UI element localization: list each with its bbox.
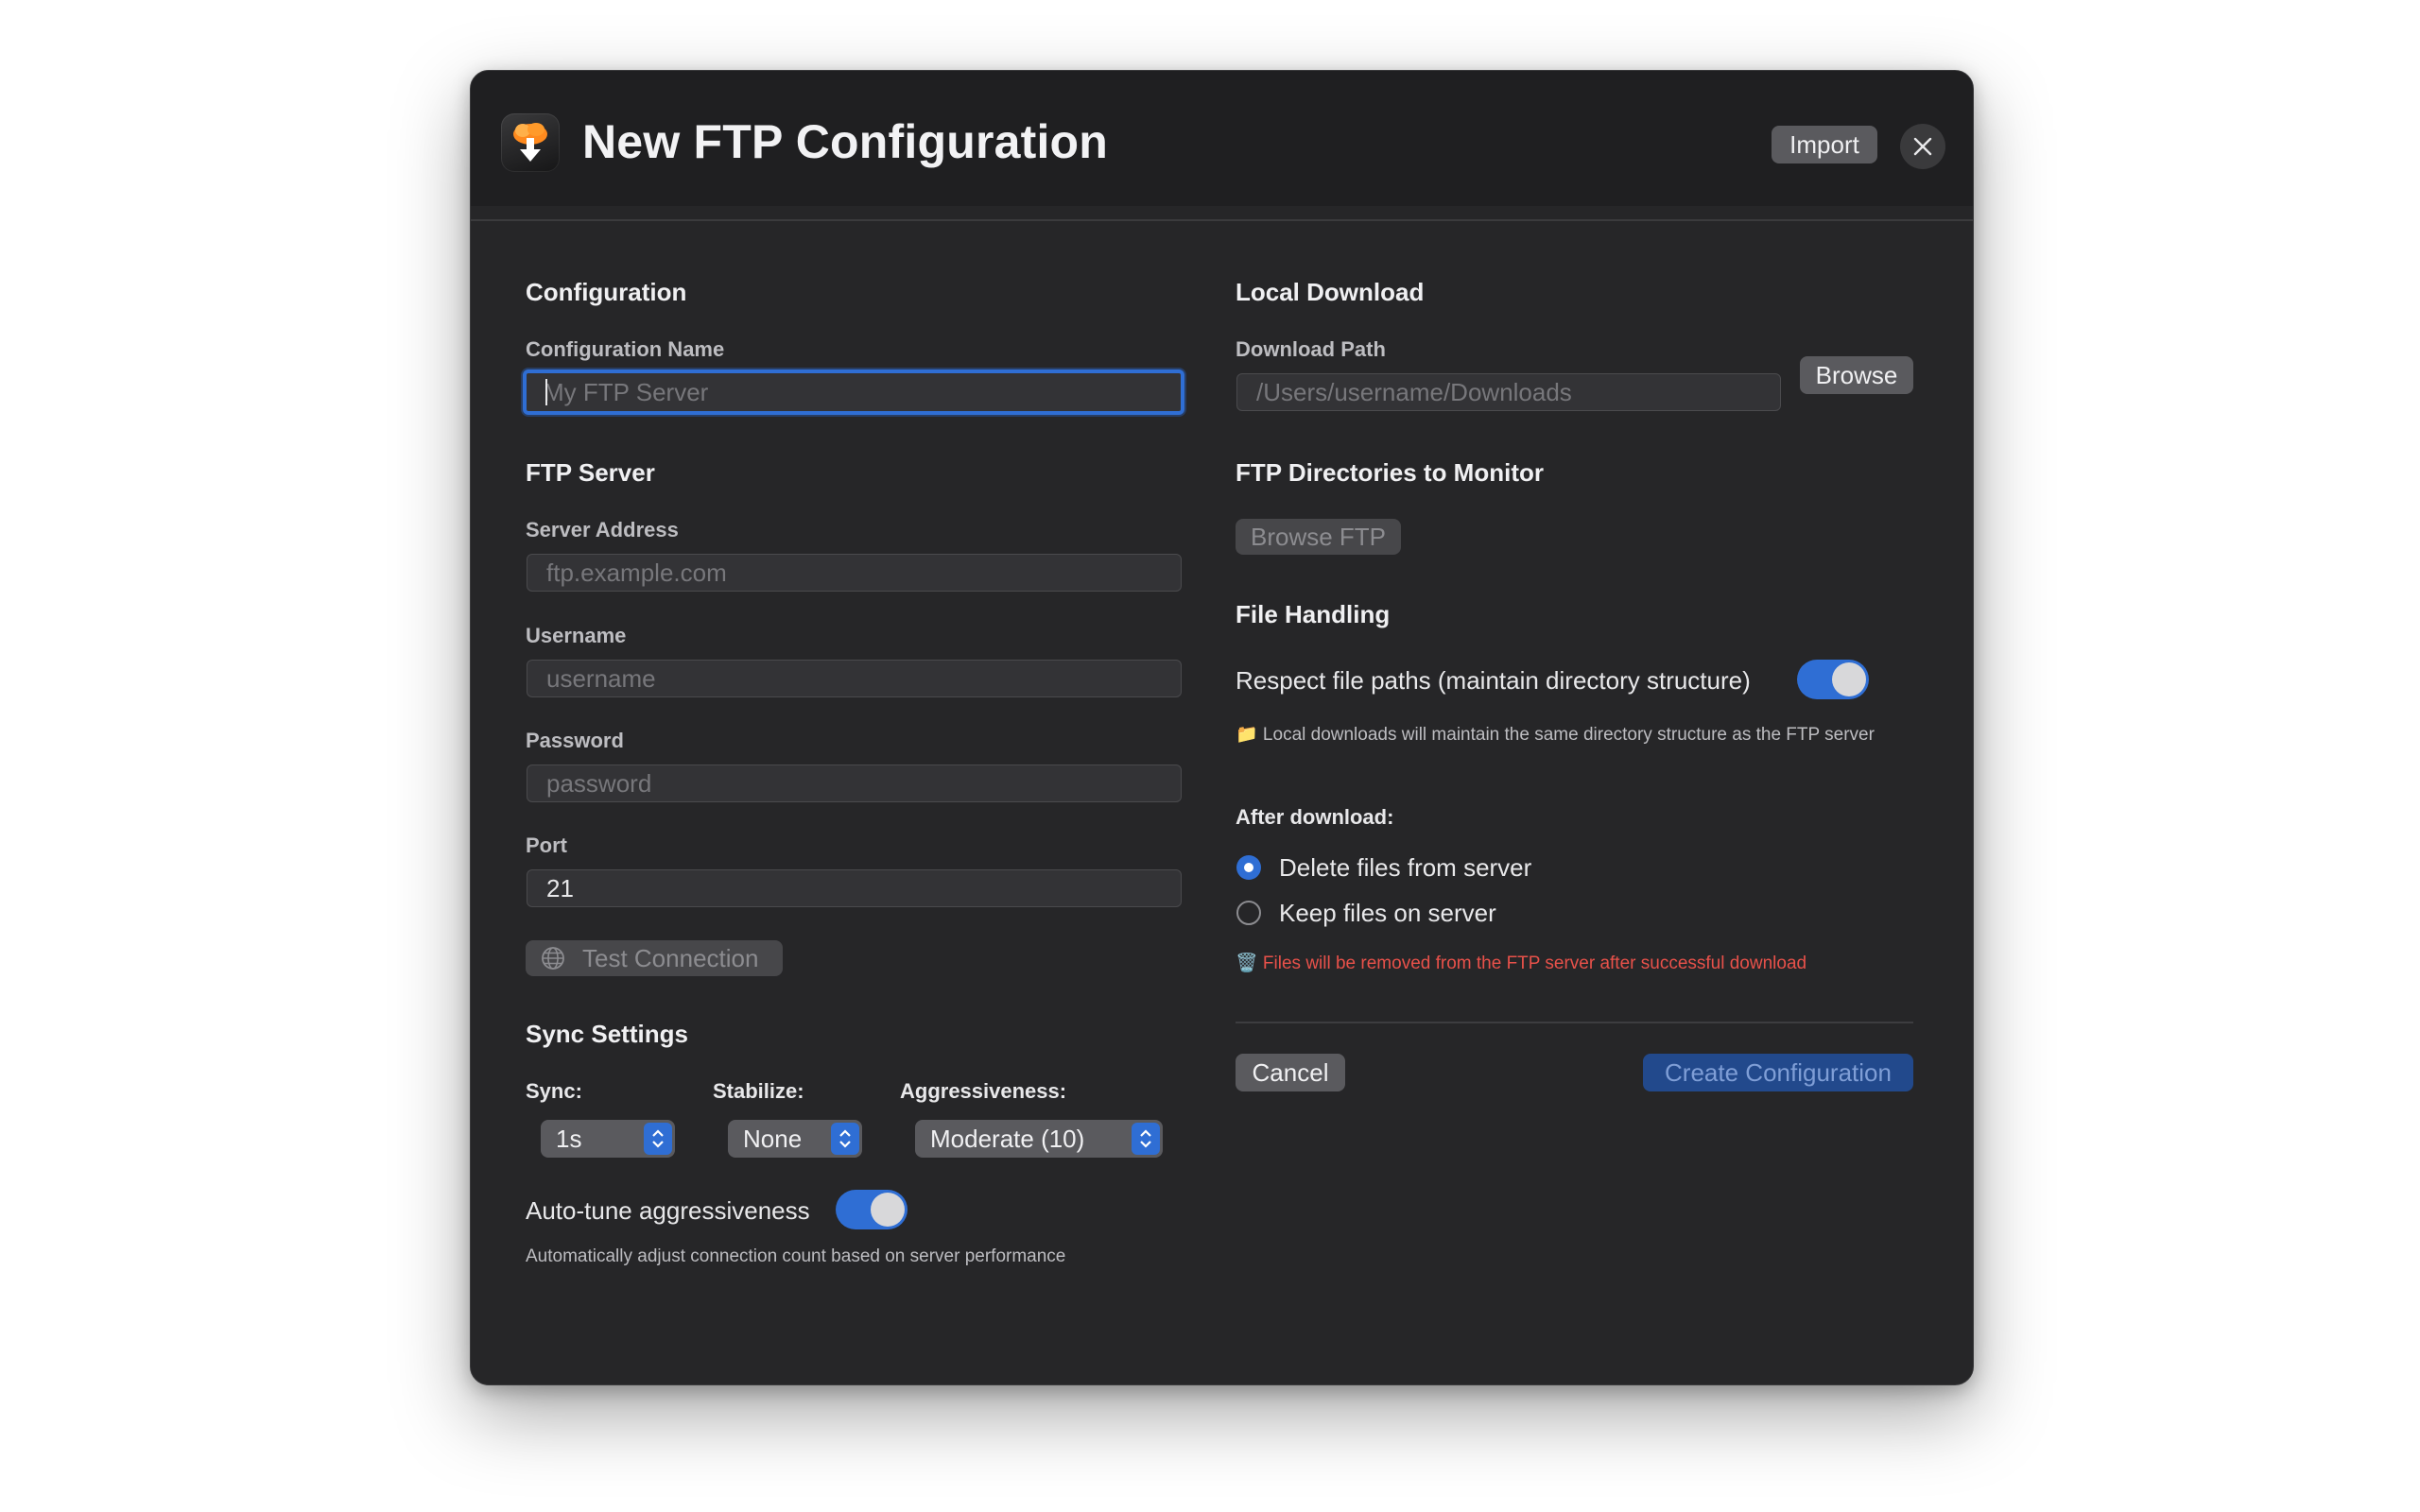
password-input[interactable] [527, 765, 1182, 802]
keep-files-radio[interactable] [1236, 901, 1261, 925]
sync-interval-select[interactable]: 1s [541, 1120, 675, 1158]
aggressiveness-select[interactable]: Moderate (10) [915, 1120, 1163, 1158]
local-download-section-title: Local Download [1236, 278, 1425, 306]
port-label: Port [526, 833, 567, 857]
app-icon [501, 113, 560, 172]
ftp-directories-section-title: FTP Directories to Monitor [1236, 458, 1544, 487]
test-connection-button[interactable]: Test Connection [526, 940, 783, 976]
delete-warning-text: 🗑️ Files will be removed from the FTP se… [1236, 954, 1807, 973]
configuration-name-input[interactable] [523, 369, 1184, 415]
respect-paths-toggle[interactable] [1797, 660, 1869, 699]
test-connection-label: Test Connection [582, 943, 759, 972]
autotune-help-text: Automatically adjust connection count ba… [526, 1246, 1066, 1266]
dialog-title: New FTP Configuration [582, 115, 1109, 168]
aggressiveness-label: Aggressiveness: [900, 1079, 1067, 1103]
after-download-label: After download: [1236, 805, 1394, 829]
delete-files-radio[interactable] [1236, 855, 1261, 880]
close-button[interactable] [1900, 124, 1945, 169]
configuration-section-title: Configuration [526, 278, 687, 306]
port-input[interactable] [527, 869, 1182, 907]
respect-paths-label: Respect file paths (maintain directory s… [1236, 666, 1751, 695]
autotune-toggle[interactable] [836, 1190, 908, 1229]
import-button[interactable]: Import [1772, 126, 1877, 163]
sync-label: Sync: [526, 1079, 582, 1103]
autotune-label: Auto-tune aggressiveness [526, 1196, 810, 1225]
download-path-input[interactable] [1236, 373, 1781, 411]
username-label: Username [526, 624, 627, 647]
upload-cloud-icon [513, 123, 547, 162]
respect-paths-help-text: 📁 Local downloads will maintain the same… [1236, 725, 1875, 745]
password-label: Password [526, 729, 624, 752]
select-arrows-icon [1132, 1123, 1160, 1155]
stabilize-label: Stabilize: [713, 1079, 804, 1103]
new-ftp-configuration-dialog: New FTP Configuration Import Configurati… [470, 70, 1974, 1385]
server-address-label: Server Address [526, 518, 679, 541]
delete-files-label[interactable]: Delete files from server [1279, 853, 1531, 883]
username-input[interactable] [527, 660, 1182, 697]
stabilize-value: None [743, 1124, 803, 1153]
create-configuration-button[interactable]: Create Configuration [1643, 1054, 1913, 1091]
select-arrows-icon [644, 1123, 672, 1155]
footer-divider [1236, 1022, 1913, 1023]
stabilize-select[interactable]: None [728, 1120, 862, 1158]
toggle-knob [871, 1193, 905, 1227]
close-icon [1913, 137, 1932, 156]
header-separator [471, 219, 1973, 221]
text-caret [545, 379, 547, 405]
configuration-name-label: Configuration Name [526, 337, 725, 361]
file-handling-section-title: File Handling [1236, 600, 1391, 628]
browse-ftp-button[interactable]: Browse FTP [1236, 519, 1401, 555]
aggressiveness-value: Moderate (10) [930, 1124, 1085, 1153]
select-arrows-icon [831, 1123, 859, 1155]
browse-button[interactable]: Browse [1800, 356, 1913, 394]
cancel-button[interactable]: Cancel [1236, 1054, 1345, 1091]
sync-interval-value: 1s [556, 1124, 582, 1153]
toggle-knob [1832, 662, 1866, 696]
server-address-input[interactable] [527, 554, 1182, 592]
ftp-server-section-title: FTP Server [526, 458, 655, 487]
keep-files-label[interactable]: Keep files on server [1279, 899, 1496, 928]
sync-settings-section-title: Sync Settings [526, 1020, 688, 1048]
download-path-label: Download Path [1236, 337, 1386, 361]
globe-icon [542, 947, 564, 970]
